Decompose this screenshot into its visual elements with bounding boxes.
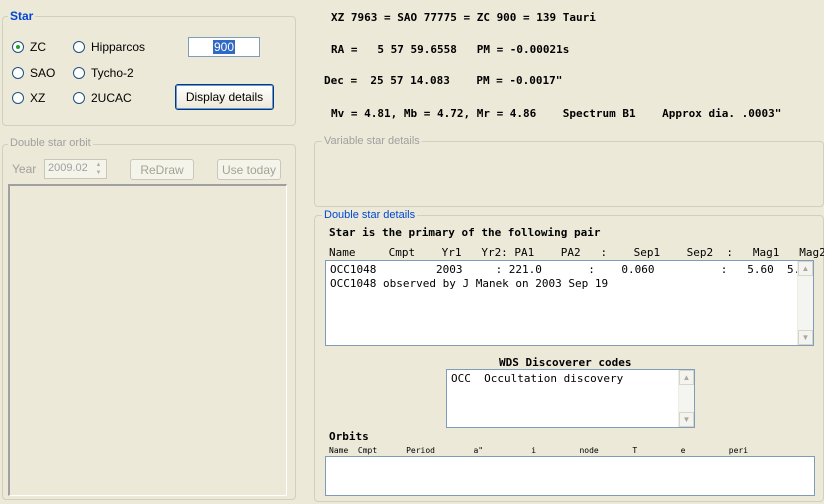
- orbits-list[interactable]: [325, 456, 815, 496]
- star-group-title: Star: [8, 9, 36, 23]
- scroll-down-icon[interactable]: ▼: [679, 412, 694, 427]
- orbit-canvas: [8, 184, 287, 496]
- radio-selected-icon: [12, 41, 24, 53]
- orbits-title: Orbits: [329, 430, 369, 443]
- wds-title: WDS Discoverer codes: [499, 356, 632, 369]
- radio-tycho2[interactable]: Tycho-2: [73, 66, 134, 80]
- radio-icon: [73, 41, 85, 53]
- double-star-title: Double star details: [322, 209, 418, 222]
- variable-star-group: [314, 141, 824, 207]
- wds-list-scrollbar[interactable]: ▲ ▼: [678, 370, 694, 427]
- year-value: 2009.02: [48, 162, 88, 174]
- radio-xz-label: XZ: [30, 91, 46, 105]
- redraw-button[interactable]: ReDraw: [130, 159, 194, 180]
- pair-list-scrollbar[interactable]: ▲ ▼: [797, 261, 813, 345]
- radio-sao-label: SAO: [30, 66, 56, 80]
- radio-zc[interactable]: ZC: [12, 40, 46, 54]
- radio-icon: [12, 92, 24, 104]
- scroll-up-icon[interactable]: ▲: [798, 261, 813, 276]
- star-number-input[interactable]: 900: [188, 37, 260, 57]
- star-ra: RA = 5 57 59.6558 PM = -0.00021s: [331, 43, 570, 56]
- list-item: OCC1048 2003 : 221.0 : 0.060 : 5.60 5.60: [330, 263, 814, 276]
- radio-zc-label: ZC: [30, 40, 46, 54]
- display-details-button[interactable]: Display details: [175, 84, 274, 110]
- use-today-button[interactable]: Use today: [217, 159, 281, 180]
- orbit-group-title: Double star orbit: [8, 137, 93, 150]
- star-identifiers: XZ 7963 = SAO 77775 = ZC 900 = 139 Tauri: [331, 11, 596, 24]
- radio-icon: [73, 92, 85, 104]
- pair-heading: Star is the primary of the following pai…: [329, 226, 601, 239]
- radio-xz[interactable]: XZ: [12, 91, 45, 105]
- radio-2ucac-label: 2UCAC: [91, 91, 132, 105]
- pair-columns-header: Name Cmpt Yr1 Yr2: PA1 PA2 : Sep1 Sep2 :…: [329, 246, 824, 259]
- wds-list[interactable]: OCC Occultation discovery ▲ ▼: [446, 369, 695, 428]
- year-spinner[interactable]: 2009.02 ▲ ▼: [44, 159, 107, 179]
- pair-list[interactable]: OCC1048 2003 : 221.0 : 0.060 : 5.60 5.60…: [325, 260, 814, 346]
- radio-tycho2-label: Tycho-2: [91, 66, 134, 80]
- radio-hipparcos[interactable]: Hipparcos: [73, 40, 145, 54]
- radio-sao[interactable]: SAO: [12, 66, 55, 80]
- radio-icon: [12, 67, 24, 79]
- orbits-columns-header: Name Cmpt Period a" i node T e peri: [329, 446, 749, 455]
- star-number-value: 900: [212, 40, 236, 54]
- spinner-down-icon[interactable]: ▼: [92, 169, 105, 177]
- variable-star-title: Variable star details: [322, 135, 422, 148]
- list-item: OCC Occultation discovery: [451, 372, 624, 385]
- list-item: OCC1048 observed by J Manek on 2003 Sep …: [330, 277, 609, 290]
- star-dec: Dec = 25 57 14.083 PM = -0.0017": [324, 74, 563, 87]
- radio-2ucac[interactable]: 2UCAC: [73, 91, 132, 105]
- spinner-up-icon[interactable]: ▲: [92, 161, 105, 169]
- year-label: Year: [12, 162, 37, 176]
- star-magnitudes: Mv = 4.81, Mb = 4.72, Mr = 4.86 Spectrum…: [331, 107, 782, 120]
- radio-hipparcos-label: Hipparcos: [91, 40, 146, 54]
- radio-icon: [73, 67, 85, 79]
- scroll-down-icon[interactable]: ▼: [798, 330, 813, 345]
- scroll-up-icon[interactable]: ▲: [679, 370, 694, 385]
